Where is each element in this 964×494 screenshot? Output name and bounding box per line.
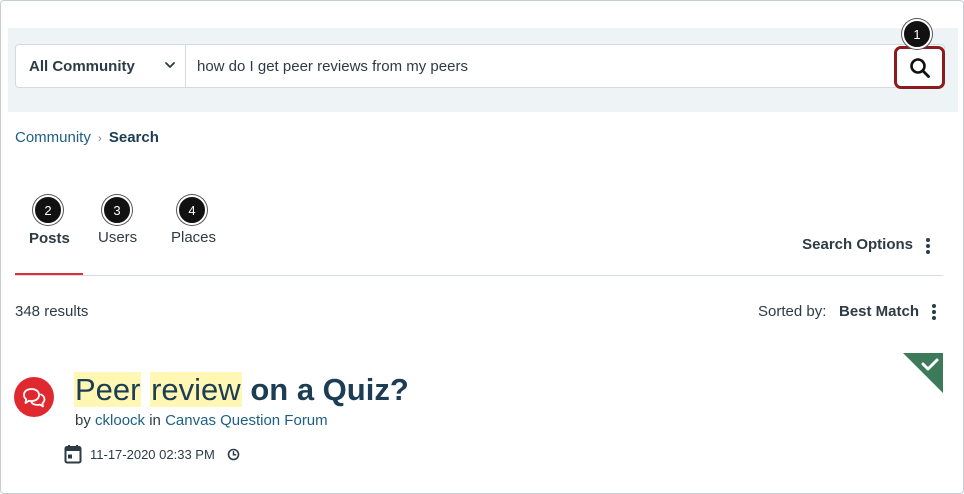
breadcrumb-current: Search xyxy=(108,129,159,146)
tab-posts[interactable]: Posts xyxy=(29,230,70,247)
tab-places[interactable]: Places xyxy=(171,229,216,246)
sort-dropdown[interactable]: Best Match xyxy=(839,303,919,320)
clock-icon xyxy=(227,448,240,460)
conversation-icon xyxy=(14,377,54,417)
search-button[interactable] xyxy=(894,46,945,89)
scope-dropdown[interactable]: All Community xyxy=(16,45,186,87)
kebab-icon[interactable] xyxy=(926,238,930,254)
byline-by: by xyxy=(75,412,91,429)
title-highlight: Peer xyxy=(74,372,142,407)
title-highlight: review xyxy=(150,372,242,407)
post-byline: by ckloock in Canvas Question Forum xyxy=(75,412,328,429)
sorted-by-label: Sorted by: xyxy=(758,303,827,320)
chevron-down-icon xyxy=(165,62,175,68)
scope-dropdown-label: All Community xyxy=(29,57,135,75)
callout-badge-1: 1 xyxy=(902,19,932,49)
search-input[interactable] xyxy=(188,46,888,86)
search-options-button[interactable]: Search Options xyxy=(802,236,913,253)
search-icon xyxy=(909,57,930,78)
post-meta: 11-17-2020 02:33 PM xyxy=(64,444,240,464)
breadcrumb-community-link[interactable]: Community xyxy=(15,129,91,146)
results-count: 348 results xyxy=(15,303,89,320)
byline-in: in xyxy=(149,412,161,429)
callout-badge-2: 2 xyxy=(33,195,63,225)
callout-badge-4: 4 xyxy=(177,195,207,225)
post-title-link[interactable]: Peer review on a Quiz? xyxy=(74,372,409,408)
search-page: All Community 1 Community › Search 2 3 4… xyxy=(0,0,964,494)
forum-link[interactable]: Canvas Question Forum xyxy=(165,412,328,429)
author-link[interactable]: ckloock xyxy=(95,412,145,429)
chevron-right-icon: › xyxy=(97,130,102,145)
kebab-icon[interactable] xyxy=(932,304,936,320)
checkmark-icon xyxy=(903,353,943,393)
tabs-divider xyxy=(15,275,943,276)
breadcrumb: Community › Search xyxy=(15,129,159,146)
title-text: on a Quiz? xyxy=(250,372,409,407)
post-date: 11-17-2020 02:33 PM xyxy=(90,446,215,462)
calendar-icon xyxy=(64,445,82,464)
tab-users[interactable]: Users xyxy=(98,229,137,246)
callout-badge-3: 3 xyxy=(102,195,132,225)
